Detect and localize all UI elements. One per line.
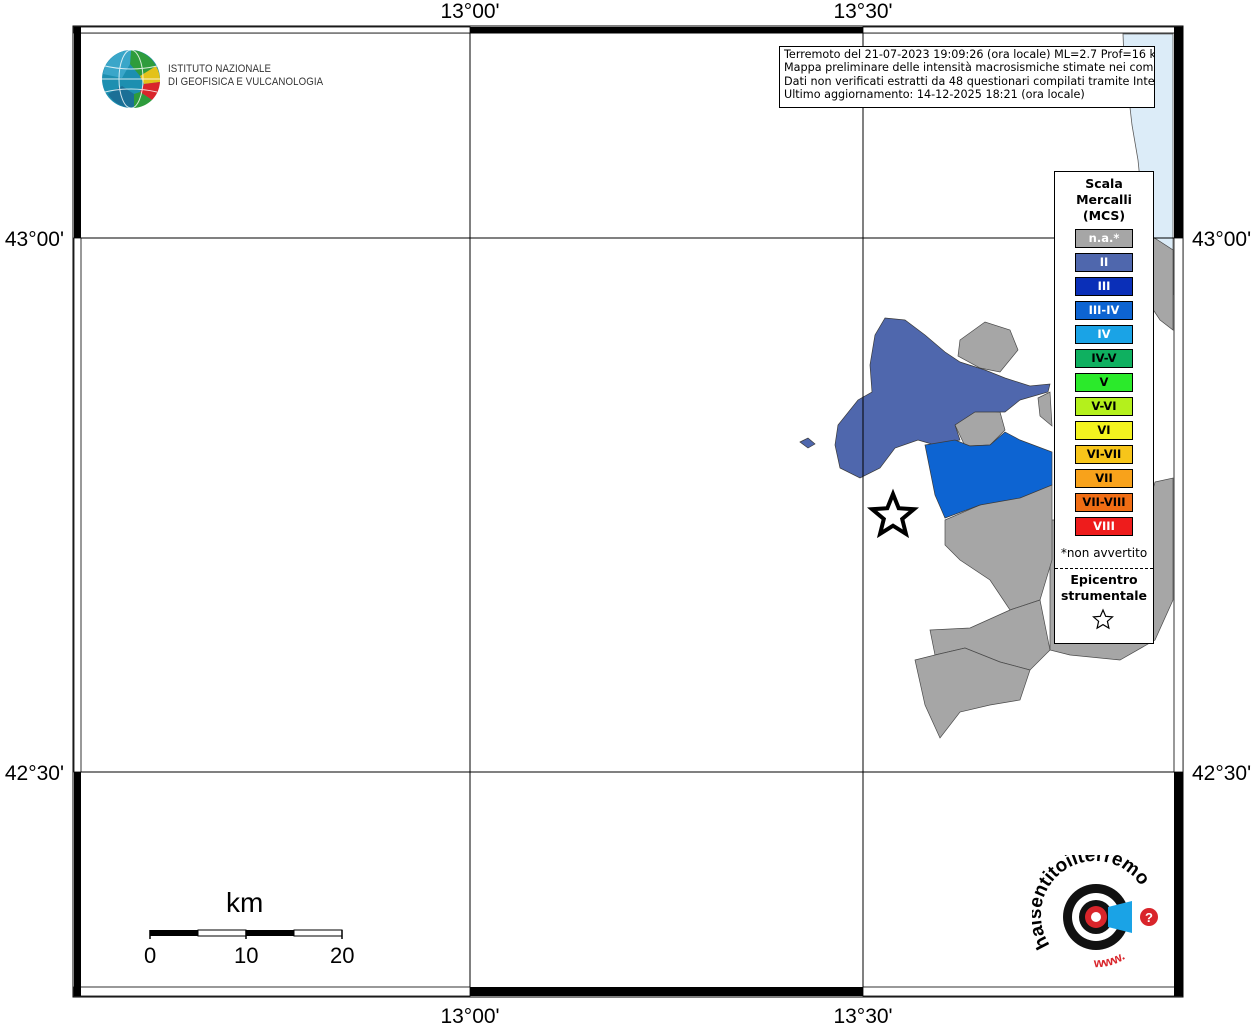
lon-label-bottom-1330: 13°30': [833, 1005, 892, 1024]
legend-epicenter-title: Epicentro strumentale: [1055, 572, 1153, 604]
legend-class-box: VII: [1075, 469, 1133, 488]
legend-class-box: IV: [1075, 325, 1133, 344]
lat-label-right-4230: 42°30': [1192, 762, 1251, 785]
haisentito-www: www.: [1093, 948, 1128, 970]
haisentito-logo: haisentitoilterremoto.it www. ?: [1032, 855, 1158, 970]
legend-class-box: VIII: [1075, 517, 1133, 536]
legend-separator: [1055, 568, 1153, 569]
info-line-data: Dati non verificati estratti da 48 quest…: [784, 74, 1155, 88]
lat-label-left-4300: 43°00': [5, 228, 64, 251]
logo-org-line1: ISTITUTO NAZIONALE: [168, 63, 272, 75]
event-info-box: Terremoto del 21-07-2023 19:09:26 (ora l…: [779, 46, 1155, 108]
legend-class-box: III-IV: [1075, 301, 1133, 320]
globe-icon: [102, 49, 161, 109]
svg-text:?: ?: [1145, 910, 1153, 925]
info-line-map: Mappa preliminare delle intensità macros…: [784, 61, 1155, 75]
info-line-updated: Ultimo aggiornamento: 14-12-2025 18:21 (…: [784, 88, 1085, 102]
legend-class-box: V-VI: [1075, 397, 1133, 416]
lon-label-top-1300: 13°00': [440, 0, 499, 23]
legend-epicenter-line2: strumentale: [1060, 588, 1148, 603]
legend-class-box: VI-VII: [1075, 445, 1133, 464]
lat-label-right-4300: 43°00': [1192, 228, 1251, 251]
epicenter-star-icon: [866, 488, 920, 539]
lon-label-top-1330: 13°30': [833, 0, 892, 23]
scale-label-20: 20: [330, 943, 355, 968]
scale-label-0: 0: [144, 943, 157, 968]
legend-class-box: n.a.*: [1075, 229, 1133, 248]
legend-title-line3: (MCS): [1082, 208, 1126, 223]
legend-class-box: III: [1075, 277, 1133, 296]
legend-title-line2: Mercalli: [1076, 192, 1132, 207]
legend-star-icon: [1092, 608, 1114, 630]
legend-epicenter-line1: Epicentro: [1070, 572, 1138, 587]
info-line-event: Terremoto del 21-07-2023 19:09:26 (ora l…: [784, 48, 1155, 61]
lat-label-left-4230: 42°30': [5, 762, 64, 785]
lon-label-bottom-1300: 13°00': [440, 1005, 499, 1024]
ingv-logo: ISTITUTO NAZIONALE DI GEOFISICA E VULCAN…: [100, 48, 324, 110]
legend-class-box: V: [1075, 373, 1133, 392]
legend-class-box: VI: [1075, 421, 1133, 440]
scale-bar: km 0 10 20: [140, 885, 370, 970]
scale-bar-graphic: [149, 929, 343, 939]
legend-class-box: IV-V: [1075, 349, 1133, 368]
logo-org-line2: DI GEOFISICA E VULCANOLOGIA: [168, 76, 324, 88]
legend-note: *non avvertito: [1060, 546, 1148, 560]
mcs-legend: Scala Mercalli (MCS) n.a.* II III III-IV IV I…: [1054, 171, 1154, 644]
legend-class-box: VII-VIII: [1075, 493, 1133, 512]
legend-title: Scala Mercalli (MCS): [1058, 172, 1150, 224]
scale-label-10: 10: [234, 943, 259, 968]
legend-class-box: II: [1075, 253, 1133, 272]
legend-title-line1: Scala: [1085, 176, 1123, 191]
